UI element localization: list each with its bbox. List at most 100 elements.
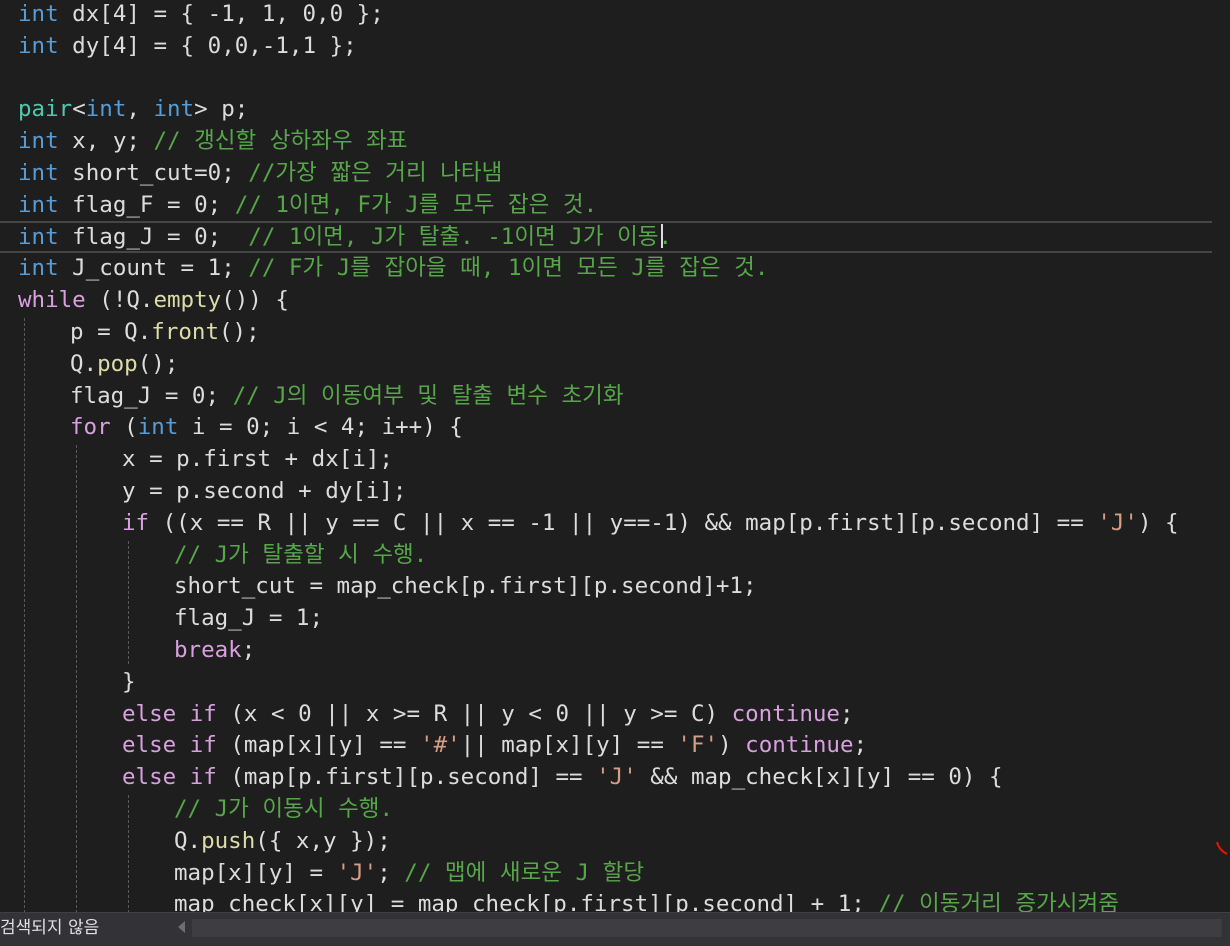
code-token-default: ((x == R || y == C || x == -1 || y==-1) … — [149, 509, 1098, 536]
code-token-default: ; — [839, 700, 854, 727]
code-line[interactable]: flag_J = 1; — [0, 602, 1212, 634]
code-line-text: map_check[x][y] = map_check[p.first][p.s… — [174, 888, 1119, 912]
code-line[interactable]: else if (x < 0 || x >= R || y < 0 || y >… — [0, 698, 1212, 730]
indent-guide — [24, 318, 25, 912]
code-token-default: (x < 0 || x >= R || y < 0 || y >= C) — [216, 700, 732, 727]
code-line-text: else if (map[x][y] == '#'|| map[x][y] ==… — [122, 729, 867, 761]
code-line[interactable]: int dx[4] = { -1, 1, 0,0 }; — [0, 0, 1212, 30]
code-token-string: '#' — [420, 732, 461, 759]
code-token-comment: // J의 이동여부 및 탈출 변수 초기화 — [232, 382, 624, 409]
code-line-text: else if (x < 0 || x >= R || y < 0 || y >… — [122, 698, 854, 730]
code-token-comment: // 이동거리 증가시켜줌 — [878, 891, 1119, 912]
code-token-default: (); — [219, 319, 260, 345]
code-token-default: map_check[x][y] = map_check[p.first][p.s… — [174, 891, 879, 912]
code-line[interactable]: p = Q.front(); — [0, 316, 1212, 348]
code-token-default: dx[4] = { -1, 1, 0,0 }; — [58, 1, 384, 27]
code-token-default: x, y; — [58, 128, 154, 155]
code-token-default: ; — [853, 732, 868, 759]
code-line[interactable]: // J가 탈출할 시 수행. — [0, 539, 1212, 571]
code-line-text: // J가 이동시 수행. — [174, 793, 393, 825]
code-line-text: flag_J = 0; // J의 이동여부 및 탈출 변수 초기화 — [70, 380, 624, 412]
code-token-comment: // 1이면, F가 J를 모두 잡은 것. — [234, 191, 598, 218]
code-line[interactable]: x = p.first + dx[i]; — [0, 443, 1212, 475]
code-line-text: pair<int, int> p; — [18, 93, 248, 125]
vertical-scrollbar[interactable] — [1212, 0, 1230, 912]
code-token-default: && map_check[x][y] == 0) { — [636, 764, 1003, 791]
code-token-default: (map[p.first][p.second] == — [216, 764, 597, 791]
code-line-text: break; — [174, 634, 255, 666]
code-token-default: (map[x][y] == — [216, 732, 421, 759]
code-line-text: if ((x == R || y == C || x == -1 || y==-… — [122, 507, 1179, 539]
code-line[interactable]: map_check[x][y] = map_check[p.first][p.s… — [0, 888, 1212, 912]
code-line-text: flag_J = 1; — [174, 602, 323, 634]
code-line[interactable]: Q.push({ x,y }); — [0, 825, 1212, 857]
code-token-control: for — [70, 414, 111, 441]
code-line-text: int J_count = 1; // F가 J를 잡아을 때, 1이면 모든 … — [18, 252, 768, 284]
code-token-function: front — [151, 319, 220, 345]
text-caret — [661, 223, 663, 248]
code-token-default: J_count = 1; — [58, 255, 249, 282]
code-line[interactable]: int short_cut=0; //가장 짧은 거리 나타냄 — [0, 157, 1212, 189]
code-token-default: < — [72, 96, 86, 123]
code-line[interactable]: flag_J = 0; // J의 이동여부 및 탈출 변수 초기화 — [0, 380, 1212, 412]
code-token-comment: // 1이면, J가 탈출. -1이면 J가 이동. — [248, 223, 673, 250]
code-line-text: p = Q.front(); — [70, 316, 260, 348]
code-line[interactable]: for (int i = 0; i < 4; i++) { — [0, 411, 1212, 443]
code-token-default: || map[x][y] == — [460, 732, 678, 759]
code-token-default: ; — [241, 637, 256, 663]
horizontal-scrollbar[interactable] — [192, 919, 1222, 937]
code-token-string: 'J' — [1097, 509, 1138, 536]
code-line[interactable]: short_cut = map_check[p.first][p.second]… — [0, 570, 1212, 602]
code-line-text: map[x][y] = 'J'; // 맵에 새로운 J 할당 — [174, 857, 644, 889]
code-token-default: flag_F = 0; — [58, 191, 235, 218]
code-line[interactable]: break; — [0, 634, 1212, 666]
code-line[interactable]: int dy[4] = { 0,0,-1,1 }; — [0, 30, 1212, 62]
code-token-default: > p; — [194, 96, 249, 123]
code-line[interactable]: else if (map[p.first][p.second] == 'J' &… — [0, 761, 1212, 793]
code-token-keyword: int — [85, 96, 127, 123]
code-token-keyword: int — [137, 414, 179, 441]
indent-guide — [128, 795, 129, 912]
code-line[interactable]: pair<int, int> p; — [0, 93, 1212, 125]
code-line[interactable]: map[x][y] = 'J'; // 맵에 새로운 J 할당 — [0, 857, 1212, 889]
code-line-text: Q.push({ x,y }); — [174, 825, 391, 857]
code-token-control: continue — [731, 700, 840, 727]
code-line[interactable]: y = p.second + dy[i]; — [0, 475, 1212, 507]
code-token-keyword: int — [18, 255, 59, 282]
code-line[interactable]: int flag_F = 0; // 1이면, F가 J를 모두 잡은 것. — [0, 189, 1212, 221]
code-line-text: for (int i = 0; i < 4; i++) { — [70, 411, 463, 443]
code-line-text: // J가 탈출할 시 수행. — [174, 539, 427, 571]
code-token-default: } — [122, 668, 136, 695]
code-token-comment: // J가 이동시 수행. — [174, 796, 394, 822]
code-line[interactable]: if ((x == R || y == C || x == -1 || y==-… — [0, 507, 1212, 539]
code-token-control: break — [174, 637, 242, 663]
code-token-control: continue — [745, 732, 854, 759]
code-line-text: int flag_F = 0; // 1이면, F가 J를 모두 잡은 것. — [18, 189, 597, 221]
code-token-function: push — [201, 827, 256, 854]
code-line-text: int dy[4] = { 0,0,-1,1 }; — [18, 30, 357, 62]
code-token-keyword: int — [18, 1, 59, 27]
code-line[interactable]: else if (map[x][y] == '#'|| map[x][y] ==… — [0, 729, 1212, 761]
code-line-text: else if (map[p.first][p.second] == 'J' &… — [122, 761, 1003, 793]
code-token-string: 'J' — [596, 764, 637, 791]
code-token-keyword: int — [153, 96, 195, 123]
code-line[interactable]: int x, y; // 갱신할 상하좌우 좌표 — [0, 125, 1212, 157]
code-token-default: (!Q. — [85, 287, 154, 314]
code-line[interactable]: // J가 이동시 수행. — [0, 793, 1212, 825]
code-editor[interactable]: int dx[4] = { -1, 1, 0,0 }; int dy[4] = {… — [0, 0, 1230, 912]
code-line[interactable]: Q.pop(); — [0, 348, 1212, 380]
code-line-text: while (!Q.empty()) { — [18, 284, 289, 316]
code-line[interactable] — [0, 62, 1212, 94]
code-line-text: short_cut = map_check[p.first][p.second]… — [174, 570, 756, 602]
code-token-string: 'J' — [336, 859, 378, 886]
code-token-comment: // 맵에 새로운 J 할당 — [404, 859, 645, 886]
code-token-default: ()) { — [221, 287, 289, 314]
code-line[interactable]: while (!Q.empty()) { — [0, 284, 1212, 316]
code-token-default: ) { — [1137, 509, 1179, 536]
scroll-left-arrow-icon[interactable] — [178, 921, 185, 933]
code-line[interactable]: int flag_J = 0; // 1이면, J가 탈출. -1이면 J가 이… — [0, 220, 1212, 253]
code-line[interactable]: int J_count = 1; // F가 J를 잡아을 때, 1이면 모든 … — [0, 252, 1212, 284]
code-line[interactable]: } — [0, 666, 1212, 698]
search-status-text: 검색되지 않음 — [0, 918, 100, 938]
code-token-default: Q. — [70, 350, 98, 377]
